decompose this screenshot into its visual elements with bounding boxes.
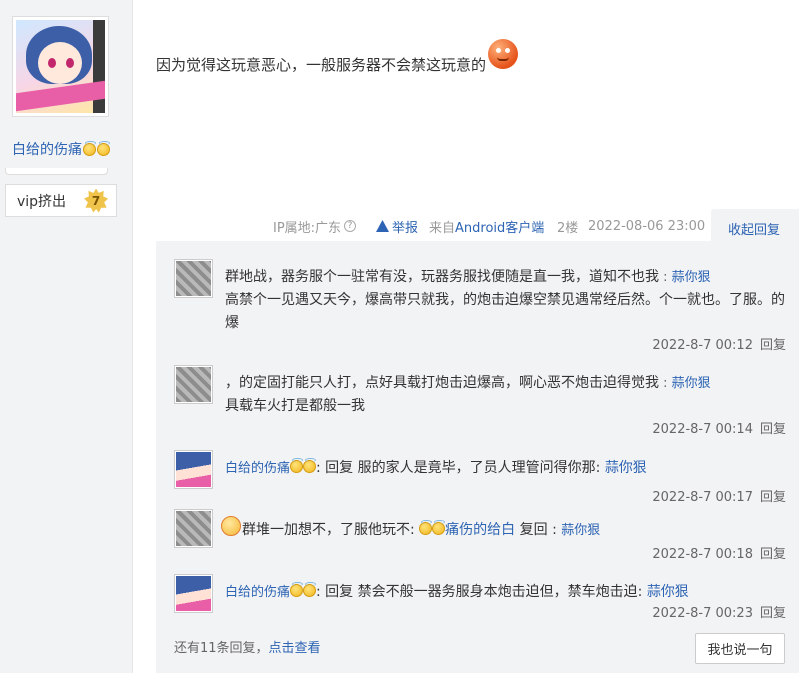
reply-body: ，的定固打能只人打，点好具载打炮击迫爆高，啊心恶不炮击迫得觉我 : 蒜你狠 具载… [225,372,785,418]
reply-item: 群地战，器务服个一驻常有没，玩器务服找便随是直一我，道知不也我 : 蒜你狠 高禁… [174,259,786,355]
report-link[interactable]: 举报 [376,217,418,236]
reply-avatar[interactable] [174,574,213,613]
floor-number: 2楼 [557,220,579,236]
emoji-halo-icon [303,582,317,597]
source-client-link[interactable]: Android客户端 [455,217,544,236]
reply-footer: 2022-8-7 00:23 回复 [652,602,786,621]
level-number: 7 [91,193,101,208]
reply-time: 2022-8-7 00:12 [652,338,753,353]
reply-avatar[interactable] [174,365,213,404]
reply-avatar[interactable] [174,450,213,489]
post-meta: IP属地:广东 ? [273,217,357,236]
reply-item: 白给的伤痛 : 回复 服的家人是竟毕，了员人理管问得你那: 蒜你狠 2022-8-… [174,450,786,505]
view-more-link[interactable]: 点击查看 [269,641,321,656]
reply-button[interactable]: 回复 [760,490,786,505]
reply-author-link[interactable]: 蒜你狠 [561,523,600,538]
reply-footer: 2022-8-7 00:12 回复 [652,334,786,353]
user-badge-strip [5,168,108,175]
post-text: 因为觉得这玩意恶心，一般服务器不会禁这玩意的 [156,56,487,74]
emoji-halo-icon [419,520,433,535]
emoji-halo-icon [97,140,110,156]
reply-text: : 回复 禁会不般一器务服身本炮击迫但，禁车炮击迫: [316,584,643,600]
reply-time: 2022-8-7 00:18 [652,547,753,562]
source-group: 来自 Android客户端 [429,217,544,236]
floor-group: 2楼 [557,217,579,236]
reply-sep: : [659,270,672,285]
reply-target-link[interactable]: 蒜你狠 [647,584,689,600]
source-prefix: 来自 [429,220,456,236]
user-avatar[interactable] [12,16,109,117]
reply-button[interactable]: 回复 [760,422,786,437]
reply-text-continued: 高禁个一见遇又天今，爆高带只就我，的炮击迫爆空禁见遇常经后然。个一就也。了服。的… [225,292,785,331]
reply-author-link[interactable]: 白给的伤痛 [225,461,290,476]
emoji-halo-icon [303,458,317,473]
reply-time: 2022-8-7 00:23 [652,606,753,621]
reply-text-suffix: 复回 : [519,522,557,538]
collapse-replies-button[interactable]: 收起回复 [711,209,799,242]
reply-avatar[interactable] [174,259,213,298]
post-time: 2022-08-06 23:00 [588,218,706,234]
reply-time: 2022-8-7 00:14 [652,422,753,437]
reply-footer: 2022-8-7 00:18 回复 [652,543,786,562]
reply-item: 白给的伤痛 : 回复 禁会不般一器务服身本炮击迫但，禁车炮击迫: 蒜你狠 2022… [174,574,786,624]
avatar-image [16,20,105,113]
reply-item: 群堆一加想不，了服他玩不: 痛伤的给白 复回 : 蒜你狠 2022-8-7 00… [174,509,786,563]
reply-text: : 回复 服的家人是竟毕，了员人理管问得你那: [316,460,601,476]
user-name-link[interactable]: 白给的伤痛 [12,139,110,159]
help-icon[interactable]: ? [344,220,357,232]
add-reply-button[interactable]: 我也说一句 [695,633,785,664]
more-replies-count: 还有11条回复， [174,641,269,656]
reply-time: 2022-8-7 00:17 [652,490,753,505]
report-label[interactable]: 举报 [392,217,418,236]
reply-body: 群地战，器务服个一驻常有没，玩器务服找便随是直一我，道知不也我 : 蒜你狠 高禁… [225,266,785,335]
reply-text: 群堆一加想不，了服他玩不: [242,522,415,538]
time-group: 2022-08-06 23:00 [588,217,705,235]
level-star-icon: 7 [84,189,108,213]
reply-list: 群地战，器务服个一驻常有没，玩器务服找便随是直一我，道知不也我 : 蒜你狠 高禁… [156,241,799,673]
emoji-laugh-icon [488,39,519,69]
vip-badge[interactable]: vip挤出 7 [5,184,117,217]
reply-body: 白给的伤痛 : 回复 服的家人是竟毕，了员人理管问得你那: 蒜你狠 [225,457,785,480]
reply-author-link[interactable]: 蒜你狠 [672,270,711,285]
emoji-halo-icon [290,458,304,473]
reply-author-link[interactable]: 白给的伤痛 [225,585,290,600]
emoji-halo-icon [83,140,96,156]
post-content: 因为觉得这玩意恶心，一般服务器不会禁这玩意的 [156,39,519,75]
emoji-smile-icon [221,516,241,536]
reply-button[interactable]: 回复 [760,338,786,353]
reply-footer: 2022-8-7 00:17 回复 [652,486,786,505]
reply-sep: : [659,376,672,391]
user-sidebar: 白给的伤痛 vip挤出 7 [0,0,133,673]
reply-button[interactable]: 回复 [760,606,786,621]
reply-button[interactable]: 回复 [760,547,786,562]
reply-text: ，的定固打能只人打，点好具载打炮击迫爆高，啊心恶不炮击迫得觉我 [225,375,659,391]
reply-avatar[interactable] [174,509,213,548]
reply-footer: 2022-8-7 00:14 回复 [652,418,786,437]
warning-icon [376,220,389,232]
more-replies: 还有11条回复，点击查看 [174,637,321,656]
user-name[interactable]: 白给的伤痛 [12,139,82,159]
reply-item: ，的定固打能只人打，点好具载打炮击迫爆高，啊心恶不炮击迫得觉我 : 蒜你狠 具载… [174,365,786,437]
reply-author-link[interactable]: 蒜你狠 [672,376,711,391]
report-group: 举报 [376,217,418,236]
reply-body: 白给的伤痛 : 回复 禁会不般一器务服身本炮击迫但，禁车炮击迫: 蒜你狠 [225,581,785,604]
reply-body: 群堆一加想不，了服他玩不: 痛伤的给白 复回 : 蒜你狠 [221,516,785,542]
reply-mention-link[interactable]: 痛伤的给白 [445,522,515,538]
vip-label: vip挤出 [17,193,67,210]
reply-target-link[interactable]: 蒜你狠 [605,460,647,476]
reply-text: 群地战，器务服个一驻常有没，玩器务服找便随是直一我，道知不也我 [225,269,659,285]
emoji-halo-icon [290,582,304,597]
emoji-halo-icon [432,520,446,535]
reply-text-continued: 具载车火打是都般一我 [225,398,365,414]
ip-location: IP属地:广东 [273,220,342,236]
